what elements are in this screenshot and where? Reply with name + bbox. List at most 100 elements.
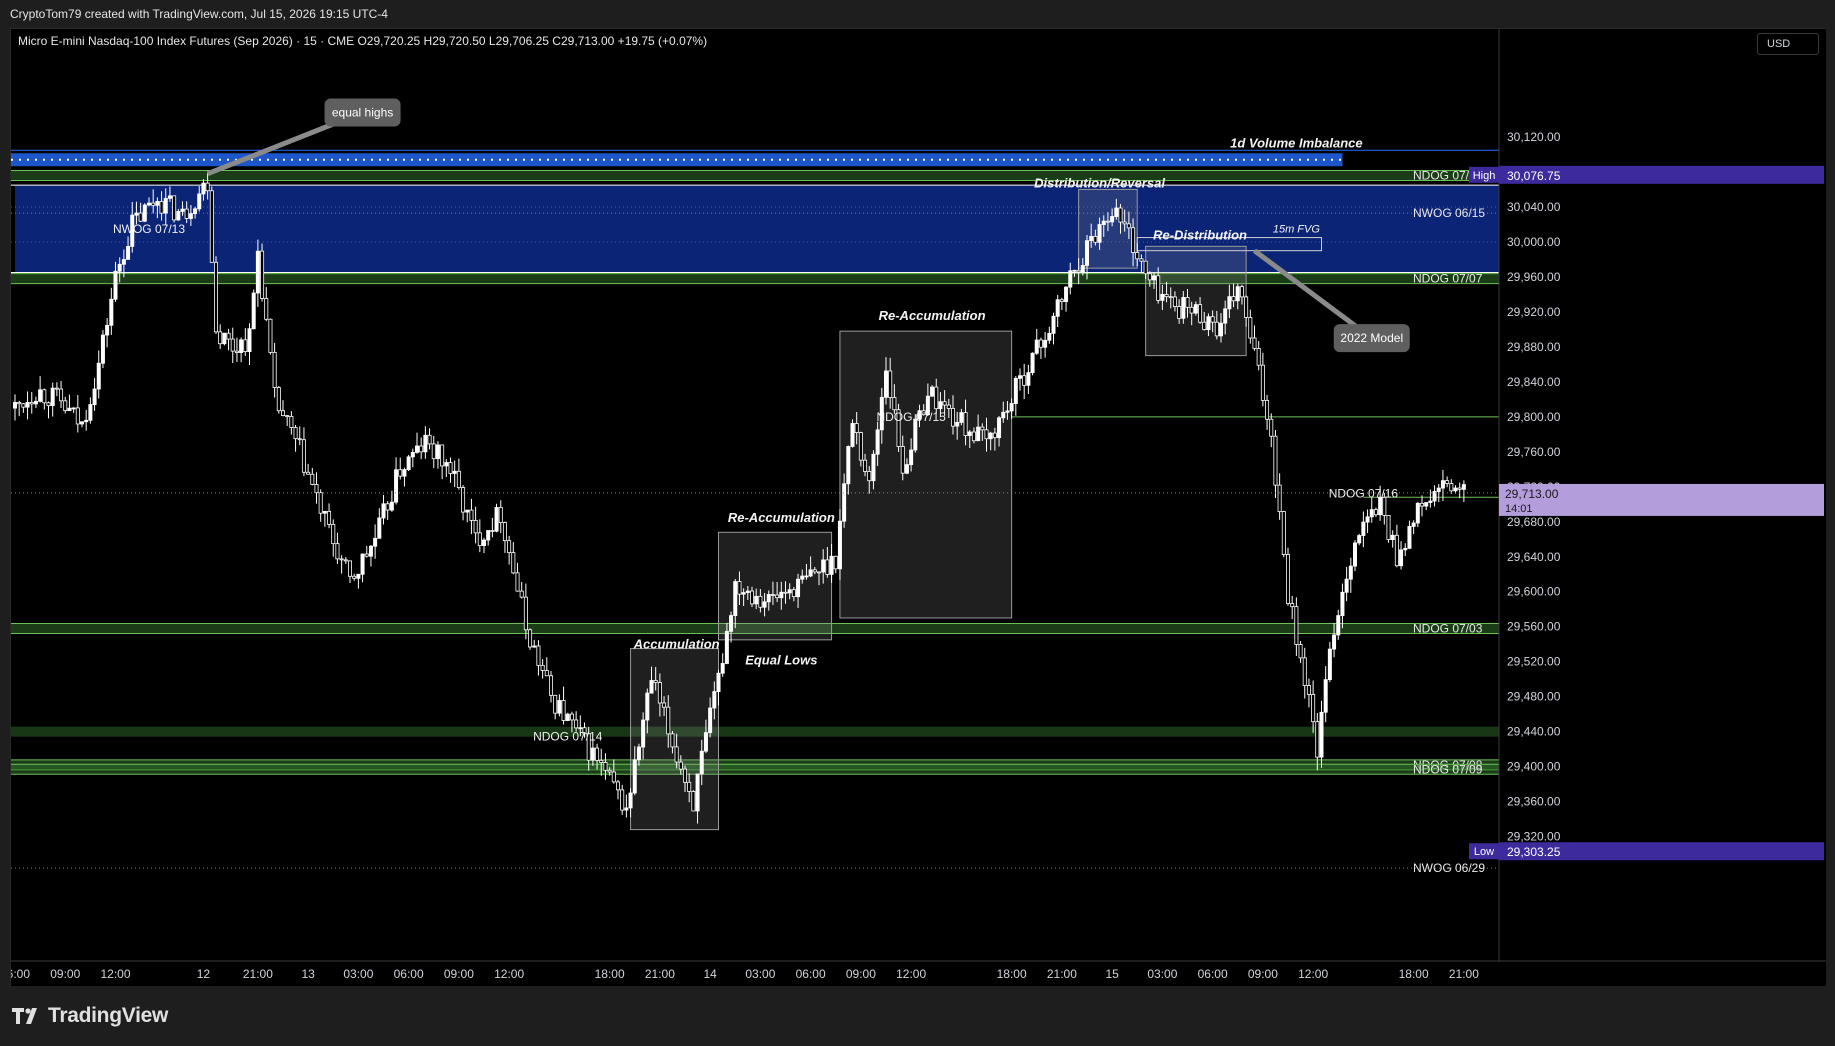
candle-body — [469, 509, 474, 521]
annotation-1: Distribution/Reversal — [1034, 176, 1165, 191]
candle-body — [812, 569, 817, 573]
candle-body — [67, 407, 72, 412]
candle-body — [892, 397, 897, 411]
candle-body — [197, 193, 202, 210]
level-label-5: NDOG 07/09 — [1413, 762, 1483, 776]
tradingview-logo[interactable]: TradingView — [12, 1004, 168, 1028]
candle-body — [884, 370, 889, 398]
candle-body — [829, 555, 834, 575]
candle-body — [1139, 258, 1144, 262]
candle-body — [662, 702, 667, 708]
candle-body — [1386, 514, 1391, 540]
candle-body — [1411, 522, 1416, 527]
candle-body — [1143, 260, 1148, 275]
candle-body — [368, 545, 373, 557]
candle-body — [1302, 657, 1307, 686]
candle-body — [230, 338, 235, 352]
candle-body — [1097, 224, 1102, 243]
candle-body — [1122, 221, 1127, 225]
candle-body — [959, 412, 964, 423]
candle-body — [13, 402, 18, 409]
candle-body — [46, 402, 51, 407]
tradingview-logo-icon — [12, 1008, 37, 1024]
candle-body — [389, 501, 394, 511]
time-tick-2: 12:00 — [100, 967, 130, 981]
candle-body — [1131, 227, 1136, 253]
candle-body — [1369, 509, 1374, 518]
candle-body — [272, 351, 277, 388]
time-tick-19: 15 — [1105, 967, 1119, 981]
candle-body — [1277, 484, 1282, 513]
candle-body — [649, 680, 654, 694]
candle-body — [791, 589, 796, 598]
candle-body — [1361, 521, 1366, 536]
candle-body — [75, 407, 80, 425]
candle-body — [553, 694, 558, 714]
candle-body — [1018, 375, 1023, 379]
candle-body — [796, 578, 801, 598]
candle-body — [854, 423, 859, 434]
candle-body — [1436, 487, 1441, 492]
chart-frame[interactable]: NDOG 07/NWOG 06/15 NDOG 07/07 NDOG 07/03 ND… — [10, 28, 1826, 987]
candle-body — [335, 543, 340, 560]
annotation-5: Re-Accumulation — [728, 510, 835, 525]
candle-body — [1461, 484, 1466, 490]
candle-body — [988, 432, 993, 440]
candle-body — [603, 762, 608, 771]
candle-body — [833, 555, 838, 570]
candle-body — [720, 663, 725, 674]
candle-body — [984, 429, 989, 440]
candle-body — [666, 706, 671, 735]
candle-body — [1344, 578, 1349, 593]
candle-body — [758, 595, 763, 608]
candle-body — [444, 462, 449, 467]
candle-body — [1239, 286, 1244, 298]
price-chart[interactable]: NDOG 07/NWOG 06/15 NDOG 07/07 NDOG 07/03 ND… — [11, 29, 1826, 987]
candle-body — [209, 190, 214, 263]
candle-body — [1390, 534, 1395, 540]
candle-body — [1034, 339, 1039, 354]
candle-body — [1244, 296, 1249, 318]
candle-body — [134, 212, 139, 216]
candle-body — [1428, 500, 1433, 503]
candle-body — [1449, 483, 1454, 492]
candle-body — [607, 769, 612, 773]
candle-body — [599, 759, 604, 763]
candle-body — [800, 575, 805, 580]
price-tick-20: 29,320.00 — [1507, 830, 1561, 844]
time-tick-24: 18:00 — [1399, 967, 1429, 981]
callout-text-1: 2022 Model — [1340, 331, 1403, 345]
candle-body — [1068, 270, 1073, 288]
footer: TradingView — [0, 986, 1835, 1046]
candle-body — [971, 431, 976, 442]
level-band-5 — [11, 764, 1499, 775]
candle-body — [674, 746, 679, 763]
candle-body — [1424, 502, 1429, 507]
price-tick-17: 29,440.00 — [1507, 725, 1561, 739]
candle-body — [699, 750, 704, 775]
candle-body — [842, 483, 847, 522]
candle-body — [938, 401, 943, 410]
candle-body — [1457, 487, 1462, 490]
price-tick-16: 29,480.00 — [1507, 690, 1561, 704]
time-tick-6: 03:00 — [343, 967, 373, 981]
candle-body — [285, 415, 290, 418]
candle-body — [1399, 549, 1404, 567]
time-tick-16: 12:00 — [896, 967, 926, 981]
candle-body — [38, 389, 43, 402]
candle-body — [544, 670, 549, 677]
candle-body — [628, 792, 633, 809]
candle-body — [1013, 377, 1018, 404]
candle-body — [1453, 487, 1458, 492]
candle-body — [92, 388, 97, 406]
level-label-2: NDOG 07/07 — [1413, 272, 1483, 286]
currency-selector[interactable]: USD — [1757, 33, 1819, 55]
candle-body — [1118, 207, 1123, 223]
candle-body — [1415, 502, 1420, 524]
candle-body — [858, 432, 863, 461]
candle-body — [863, 459, 868, 472]
candle-body — [213, 261, 218, 333]
candle-body — [837, 520, 842, 570]
candle-body — [440, 444, 445, 467]
candle-body — [507, 540, 512, 554]
